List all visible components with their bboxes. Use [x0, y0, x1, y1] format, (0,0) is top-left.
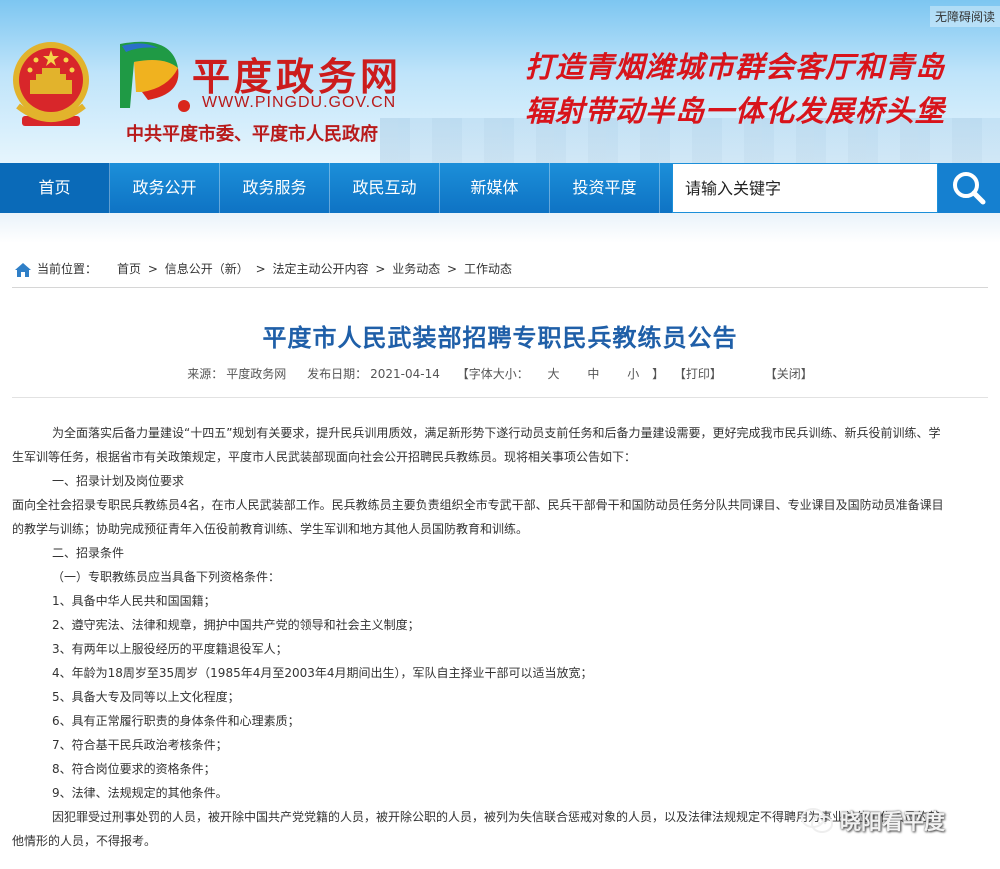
home-icon	[15, 263, 31, 277]
breadcrumb-separator: >	[375, 262, 386, 276]
condition-item: 9、法律、法规规定的其他条件。	[52, 786, 228, 800]
breadcrumb-path: 首页 > 信息公开（新） > 法定主动公开内容 > 业务动态 > 工作动态	[117, 252, 512, 286]
wechat-watermark: 晓阳看平度	[800, 806, 945, 836]
site-logo-icon	[120, 41, 190, 112]
breadcrumb-item-work[interactable]: 工作动态	[464, 262, 512, 276]
condition-item: 7、符合基干民兵政治考核条件；	[52, 738, 228, 752]
subsection-heading: （一）专职教练员应当具备下列资格条件：	[52, 570, 281, 584]
header-banner: 无障碍阅读 平度政务网 WWW.PINGDU.GOV.CN 中共平度市委、平度市…	[0, 0, 1000, 163]
site-url: WWW.PINGDU.GOV.CN	[202, 94, 397, 111]
section-heading-conditions: 二、招录条件	[52, 546, 125, 560]
article-title: 平度市人民武装部招聘专职民兵教练员公告	[262, 323, 738, 352]
wechat-icon	[801, 808, 833, 833]
search-input[interactable]	[673, 164, 937, 212]
paragraph-intro: 为全面落实后备力量建设“十四五”规划有关要求，提升民兵训用质效，满足新形势下遂行…	[12, 426, 941, 464]
slogan-line-2: 辐射带动半岛一体化发展桥头堡	[525, 94, 946, 128]
breadcrumb-separator: >	[147, 262, 158, 276]
nav-item-gov-services[interactable]: 政务服务	[220, 163, 330, 213]
print-button[interactable]: 【打印】	[674, 367, 722, 381]
condition-item: 1、具备中华人民共和国国籍；	[52, 594, 216, 608]
condition-item: 3、有两年以上服役经历的平度籍退役军人；	[52, 642, 288, 656]
search-button[interactable]	[938, 163, 1000, 213]
font-medium-button[interactable]: 中	[587, 367, 599, 381]
date-label: 发布日期：	[307, 367, 368, 381]
search-icon	[953, 172, 986, 205]
condition-item: 6、具有正常履行职责的身体条件和心理素质；	[52, 714, 300, 728]
date-value: 2021-04-14	[370, 367, 440, 381]
slogan-line-1: 打造青烟潍城市群会客厅和青岛	[525, 50, 946, 84]
nav-shadow	[0, 213, 1000, 243]
section-heading-plan: 一、招录计划及岗位要求	[52, 474, 185, 488]
font-large-button[interactable]: 大	[548, 367, 560, 381]
national-emblem-icon	[13, 42, 89, 126]
breadcrumb-item-statutory[interactable]: 法定主动公开内容	[272, 262, 368, 276]
breadcrumb-item-business[interactable]: 业务动态	[392, 262, 440, 276]
font-small-button[interactable]: 小	[627, 367, 639, 381]
breadcrumb: 当前位置： 首页 > 信息公开（新） > 法定主动公开内容 > 业务动态 > 工…	[12, 252, 988, 288]
breadcrumb-item-home[interactable]: 首页	[117, 262, 141, 276]
search-box	[672, 163, 938, 213]
close-button[interactable]: 【关闭】	[765, 367, 813, 381]
watermark-text: 晓阳看平度	[840, 810, 945, 834]
nav-item-new-media[interactable]: 新媒体	[440, 163, 550, 213]
nav-item-home[interactable]: 首页	[0, 163, 110, 213]
divider	[12, 397, 988, 398]
breadcrumb-label: 当前位置：	[37, 262, 98, 276]
breadcrumb-item-info[interactable]: 信息公开（新）	[165, 262, 249, 276]
font-size-close: 】	[652, 367, 665, 381]
font-size-label: 【字体大小：	[456, 367, 529, 381]
site-name[interactable]: 平度政务网	[192, 46, 402, 101]
condition-item: 4、年龄为18周岁至35周岁（1985年4月至2003年4月期间出生），军队自主…	[52, 666, 593, 680]
accessibility-link[interactable]: 无障碍阅读	[930, 6, 1000, 27]
paragraph-plan: 面向全社会招录专职民兵教练员4名，在市人民武装部工作。民兵教练员主要负责组织全市…	[12, 498, 944, 536]
condition-item: 2、遵守宪法、法律和规章，拥护中国共产党的领导和社会主义制度；	[52, 618, 420, 632]
condition-item: 8、符合岗位要求的资格条件；	[52, 762, 216, 776]
nav-item-invest[interactable]: 投资平度	[550, 163, 660, 213]
site-owner: 中共平度市委、平度市人民政府	[126, 124, 378, 144]
article-body: 为全面落实后备力量建设“十四五”规划有关要求，提升民兵训用质效，满足新形势下遂行…	[12, 421, 982, 853]
source-value: 平度政务网	[226, 367, 287, 381]
breadcrumb-separator: >	[447, 262, 458, 276]
condition-item: 5、具备大专及同等以上文化程度；	[52, 690, 240, 704]
breadcrumb-separator: >	[255, 262, 266, 276]
nav-item-interaction[interactable]: 政民互动	[330, 163, 440, 213]
source-label: 来源：	[187, 367, 224, 381]
nav-item-gov-affairs[interactable]: 政务公开	[110, 163, 220, 213]
article-meta: 来源： 平度政务网 发布日期： 2021-04-14 【字体大小： 大 中 小 】 …	[0, 365, 1000, 382]
